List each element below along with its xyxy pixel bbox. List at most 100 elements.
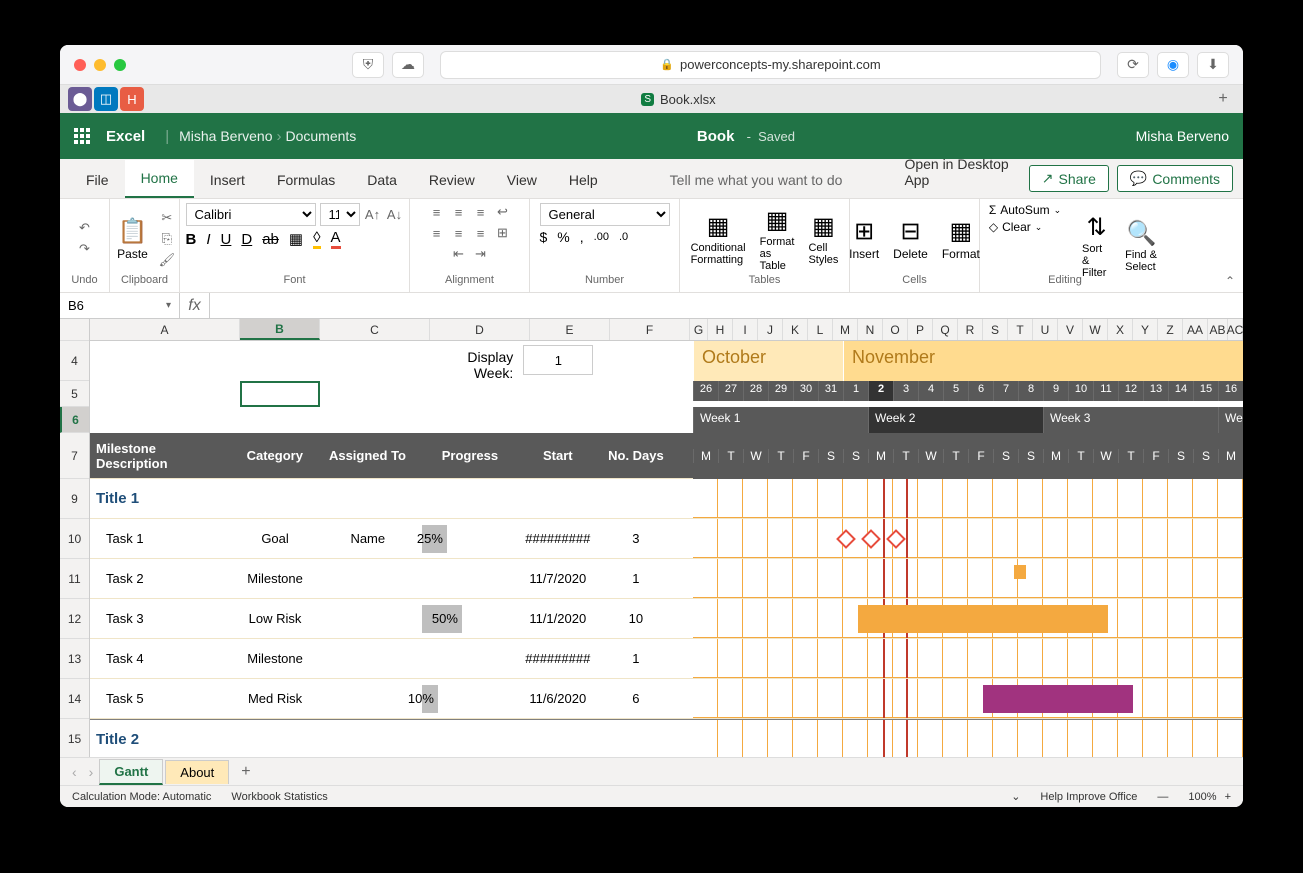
align-left-icon[interactable]: ≡ (428, 224, 446, 242)
format-painter-icon[interactable]: 🖌 (158, 251, 176, 269)
insert-cells-button[interactable]: ⊞Insert (845, 217, 883, 261)
task-days[interactable]: 6 (597, 679, 675, 718)
tab-help[interactable]: Help (553, 162, 614, 198)
sheet-tab-gantt[interactable]: Gantt (99, 759, 163, 785)
row-header[interactable]: 4 (60, 341, 89, 381)
col-header[interactable]: P (908, 319, 933, 340)
indent-increase-icon[interactable]: ⇥ (472, 245, 490, 263)
format-as-table-button[interactable]: ▦Format as Table (756, 206, 799, 272)
task-progress[interactable] (422, 639, 519, 678)
col-header[interactable]: R (958, 319, 983, 340)
task-progress[interactable]: 10% (422, 679, 519, 718)
pinned-tab-3[interactable]: H (120, 87, 144, 111)
redo-icon[interactable]: ↷ (76, 240, 94, 258)
task-name[interactable]: Task 3 (90, 599, 236, 638)
italic-button[interactable]: I (206, 231, 210, 248)
section-title[interactable]: Title 1 (90, 479, 693, 518)
open-desktop-app[interactable]: Open in Desktop App (888, 146, 1028, 198)
bold-button[interactable]: B (186, 231, 197, 248)
task-progress[interactable] (422, 559, 519, 598)
paste-button[interactable]: 📋Paste (113, 217, 152, 261)
align-middle-icon[interactable]: ≡ (450, 203, 468, 221)
task-start[interactable]: ######### (519, 639, 597, 678)
col-header[interactable]: H (708, 319, 733, 340)
col-header[interactable]: S (983, 319, 1008, 340)
undo-icon[interactable]: ↶ (76, 219, 94, 237)
row-header[interactable]: 9 (60, 479, 89, 519)
task-assigned[interactable] (315, 639, 422, 678)
cell-styles-button[interactable]: ▦Cell Styles (804, 212, 842, 266)
task-start[interactable]: ######### (519, 519, 597, 558)
select-all-corner[interactable] (60, 319, 89, 341)
tab-view[interactable]: View (491, 162, 553, 198)
col-header[interactable]: N (858, 319, 883, 340)
row-header[interactable]: 12 (60, 599, 89, 639)
add-sheet-button[interactable]: + (231, 763, 260, 781)
tab-home[interactable]: Home (125, 160, 194, 198)
breadcrumb-location[interactable]: Documents (286, 128, 357, 144)
align-center-icon[interactable]: ≡ (450, 224, 468, 242)
breadcrumb-user[interactable]: Misha Berveno (179, 128, 272, 144)
tab-review[interactable]: Review (413, 162, 491, 198)
autosum-button[interactable]: ΣAutoSum⌄ (989, 203, 1061, 217)
fill-color-button[interactable]: ◊ (313, 229, 320, 249)
task-row[interactable]: Task 5 Med Risk 10% 11/6/2020 6 (90, 679, 1243, 719)
maximize-window[interactable] (114, 59, 126, 71)
task-category[interactable]: Low Risk (236, 599, 314, 638)
task-row[interactable]: Task 4 Milestone ######### 1 (90, 639, 1243, 679)
task-assigned[interactable] (315, 599, 422, 638)
col-header[interactable]: G (690, 319, 708, 340)
formula-input[interactable] (210, 293, 1243, 318)
col-header[interactable]: A (90, 319, 240, 340)
shield-icon[interactable]: ⛨ (352, 52, 384, 78)
name-box[interactable]: B6▾ (60, 293, 180, 318)
share-button[interactable]: ↗Share (1029, 165, 1109, 192)
pinned-tab-1[interactable]: ⬤ (68, 87, 92, 111)
number-format-select[interactable]: General (540, 203, 670, 226)
tab-insert[interactable]: Insert (194, 162, 261, 198)
row-header[interactable]: 6 (60, 407, 89, 433)
row-header[interactable]: 11 (60, 559, 89, 599)
comma-icon[interactable]: , (580, 229, 584, 245)
feedback-dropdown[interactable]: ⌄ (1011, 790, 1020, 803)
help-improve[interactable]: Help Improve Office (1040, 791, 1137, 803)
task-name[interactable]: Task 4 (90, 639, 236, 678)
currency-icon[interactable]: $ (540, 229, 548, 245)
row-header[interactable]: 10 (60, 519, 89, 559)
shrink-font-icon[interactable]: A↓ (386, 206, 404, 224)
row-header[interactable]: 15 (60, 719, 89, 757)
sheet-nav-prev[interactable]: ‹ (66, 764, 83, 780)
sheet-nav-next[interactable]: › (83, 764, 100, 780)
sheet-tab-about[interactable]: About (165, 760, 229, 784)
row-header[interactable]: 7 (60, 433, 89, 479)
zoom-out-icon[interactable]: — (1157, 791, 1168, 803)
tab-file[interactable]: File (70, 162, 125, 198)
align-right-icon[interactable]: ≡ (472, 224, 490, 242)
font-select[interactable]: Calibri (186, 203, 316, 226)
calc-mode[interactable]: Calculation Mode: Automatic (72, 791, 211, 803)
percent-icon[interactable]: % (557, 229, 569, 245)
task-start[interactable]: 11/6/2020 (519, 679, 597, 718)
close-window[interactable] (74, 59, 86, 71)
tell-me-search[interactable]: Tell me what you want to do (654, 162, 859, 198)
align-top-icon[interactable]: ≡ (428, 203, 446, 221)
font-color-button[interactable]: A (331, 229, 341, 249)
task-days[interactable]: 10 (597, 599, 675, 638)
col-header[interactable]: Q (933, 319, 958, 340)
url-bar[interactable]: 🔒 powerconcepts-my.sharepoint.com (440, 51, 1101, 79)
task-progress[interactable]: 50% (422, 599, 519, 638)
col-header[interactable]: C (320, 319, 430, 340)
merge-icon[interactable]: ⊞ (494, 224, 512, 242)
col-header[interactable]: AC (1228, 319, 1243, 340)
pinned-tab-2[interactable]: ◫ (94, 87, 118, 111)
format-cells-button[interactable]: ▦Format (938, 217, 984, 261)
row-header[interactable]: 14 (60, 679, 89, 719)
user-name[interactable]: Misha Berveno (1136, 128, 1229, 144)
task-start[interactable]: 11/7/2020 (519, 559, 597, 598)
align-bottom-icon[interactable]: ≡ (472, 203, 490, 221)
minimize-window[interactable] (94, 59, 106, 71)
task-days[interactable]: 3 (597, 519, 675, 558)
col-header[interactable]: V (1058, 319, 1083, 340)
cut-icon[interactable]: ✂ (158, 209, 176, 227)
wrap-text-icon[interactable]: ↩ (494, 203, 512, 221)
